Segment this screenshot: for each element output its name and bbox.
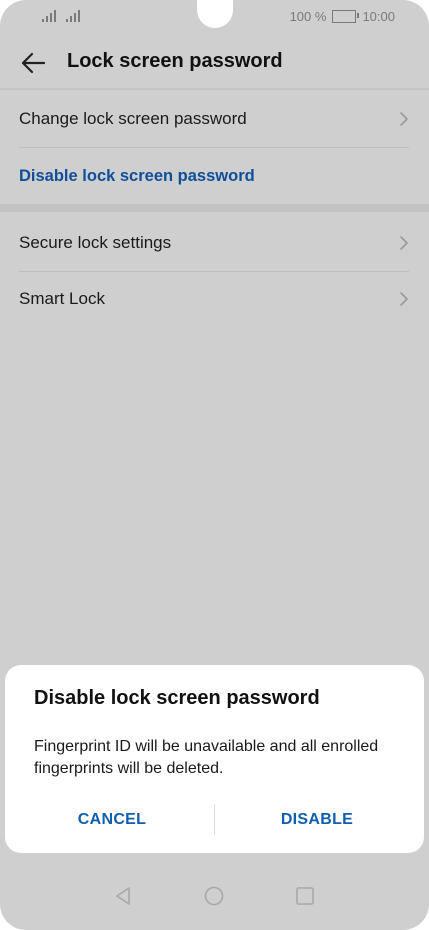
confirm-dialog: Disable lock screen password Fingerprint…	[5, 665, 424, 853]
arrow-left-icon[interactable]	[20, 50, 46, 76]
phone-screen: 100 % 10:00 Lock screen password Change …	[0, 0, 429, 930]
button-divider	[214, 804, 215, 835]
chevron-right-icon	[400, 112, 408, 126]
battery-icon	[332, 10, 360, 23]
navigation-bar	[0, 870, 429, 930]
disable-button[interactable]: DISABLE	[217, 805, 417, 835]
app-header: Lock screen password	[0, 40, 429, 86]
disable-password-item[interactable]: Disable lock screen password	[19, 148, 409, 204]
status-right: 100 % 10:00	[290, 9, 395, 24]
nav-recents-icon[interactable]	[294, 885, 316, 907]
smart-lock-item[interactable]: Smart Lock	[19, 271, 409, 327]
signal-icon	[66, 10, 80, 22]
item-label: Smart Lock	[19, 289, 105, 308]
page-title: Lock screen password	[67, 50, 283, 72]
signal-icon	[42, 10, 56, 22]
nav-back-icon[interactable]	[112, 885, 134, 907]
status-bar: 100 % 10:00	[0, 0, 429, 34]
clock: 10:00	[362, 9, 395, 24]
secure-lock-settings-item[interactable]: Secure lock settings	[19, 215, 409, 271]
chevron-right-icon	[400, 236, 408, 250]
section-divider	[0, 204, 429, 212]
item-label: Secure lock settings	[19, 233, 172, 252]
dialog-message: Fingerprint ID will be unavailable and a…	[34, 738, 379, 777]
battery-percent: 100 %	[289, 9, 327, 24]
item-label: Disable lock screen password	[19, 166, 255, 185]
dialog-title: Disable lock screen password	[34, 687, 320, 709]
chevron-right-icon	[400, 292, 408, 306]
camera-notch	[196, 0, 233, 28]
item-label: Change lock screen password	[19, 109, 247, 128]
header-divider	[0, 88, 429, 90]
nav-home-icon[interactable]	[203, 885, 225, 907]
change-password-item[interactable]: Change lock screen password	[19, 91, 409, 147]
cancel-button[interactable]: CANCEL	[12, 805, 212, 835]
